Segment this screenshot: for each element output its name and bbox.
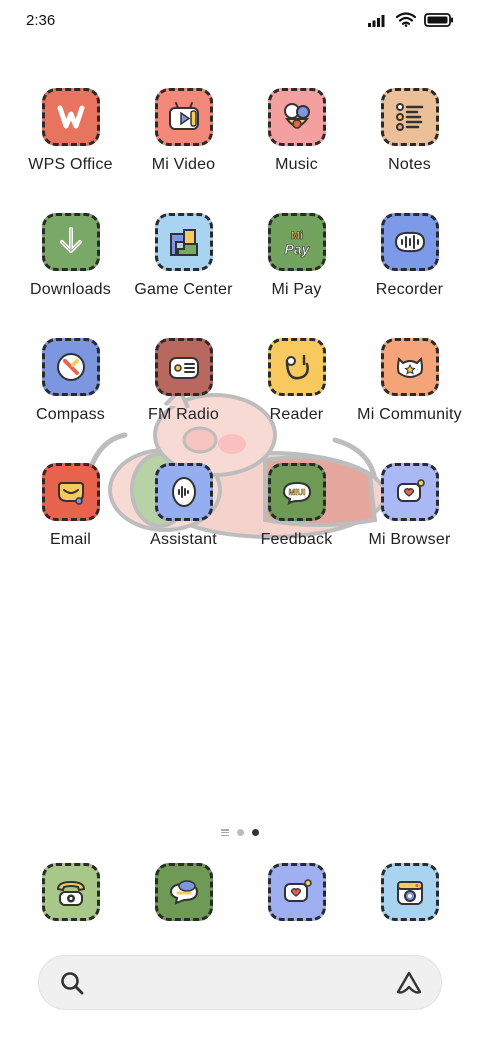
app-email[interactable]: Email bbox=[14, 463, 127, 588]
app-label: Downloads bbox=[30, 281, 111, 298]
app-label: Assistant bbox=[150, 531, 217, 548]
app-label: Mi Browser bbox=[368, 531, 451, 548]
assistant-app-icon bbox=[154, 463, 213, 521]
downloads-icon bbox=[41, 213, 100, 271]
app-reader[interactable]: Reader bbox=[240, 338, 353, 463]
app-label: Mi Pay bbox=[271, 281, 322, 298]
app-assistant[interactable]: Assistant bbox=[127, 463, 240, 588]
app-mi-video[interactable]: Mi Video bbox=[127, 88, 240, 213]
app-recorder[interactable]: Recorder bbox=[353, 213, 466, 338]
messages-icon bbox=[154, 863, 213, 921]
dock-phone[interactable] bbox=[14, 863, 127, 921]
svg-text:MIUI: MIUI bbox=[288, 488, 305, 497]
mi-browser-icon bbox=[267, 863, 326, 921]
email-icon bbox=[41, 463, 100, 521]
assistant-icon[interactable] bbox=[395, 969, 423, 997]
app-label: Music bbox=[275, 156, 318, 173]
phone-icon bbox=[41, 863, 100, 921]
search-bar[interactable] bbox=[38, 955, 442, 1010]
mi-community-icon bbox=[380, 338, 439, 396]
page-dot-2-active bbox=[252, 829, 259, 836]
recorder-icon bbox=[380, 213, 439, 271]
reader-icon bbox=[267, 338, 326, 396]
notes-icon bbox=[380, 88, 439, 146]
app-music[interactable]: Music bbox=[240, 88, 353, 213]
wps-office-icon bbox=[41, 88, 100, 146]
app-compass[interactable]: Compass bbox=[14, 338, 127, 463]
app-fm-radio[interactable]: FM Radio bbox=[127, 338, 240, 463]
mi-video-icon bbox=[154, 88, 213, 146]
search-icon[interactable] bbox=[59, 970, 85, 996]
app-notes[interactable]: Notes bbox=[353, 88, 466, 213]
app-label: Compass bbox=[36, 406, 105, 423]
app-wps-office[interactable]: WPS Office bbox=[14, 88, 127, 213]
feedback-icon: MIUI bbox=[267, 463, 326, 521]
app-label: WPS Office bbox=[28, 156, 113, 173]
app-game-center[interactable]: Game Center bbox=[127, 213, 240, 338]
wifi-icon bbox=[396, 12, 416, 27]
svg-text:Pay: Pay bbox=[284, 241, 310, 257]
dock-camera[interactable] bbox=[353, 863, 466, 921]
status-time: 2:36 bbox=[26, 12, 56, 29]
app-downloads[interactable]: Downloads bbox=[14, 213, 127, 338]
app-label: Notes bbox=[388, 156, 431, 173]
app-mi-community[interactable]: Mi Community bbox=[353, 338, 466, 463]
battery-icon bbox=[424, 12, 453, 27]
app-label: Email bbox=[49, 531, 91, 548]
status-bar: 2:36 bbox=[0, 0, 480, 40]
app-label: Reader bbox=[269, 406, 324, 423]
app-feedback[interactable]: MIUI Feedback bbox=[240, 463, 353, 588]
page-list-indicator bbox=[221, 829, 229, 836]
app-label: Recorder bbox=[375, 281, 444, 298]
app-mi-browser[interactable]: Mi Browser bbox=[353, 463, 466, 588]
dock bbox=[14, 863, 466, 921]
mi-pay-icon: Mi Pay bbox=[267, 213, 326, 271]
app-label: Mi Video bbox=[151, 156, 216, 173]
fm-radio-icon bbox=[154, 338, 213, 396]
status-icons bbox=[368, 12, 454, 27]
game-center-icon bbox=[154, 213, 213, 271]
camera-icon bbox=[380, 863, 439, 921]
dock-messages[interactable] bbox=[127, 863, 240, 921]
page-dot-1 bbox=[237, 829, 244, 836]
compass-icon bbox=[41, 338, 100, 396]
page-indicator[interactable] bbox=[0, 829, 480, 836]
svg-text:Mi: Mi bbox=[290, 230, 302, 242]
mi-browser-icon bbox=[380, 463, 439, 521]
signal-icon bbox=[368, 14, 385, 27]
app-label: Game Center bbox=[134, 281, 233, 298]
app-mi-pay[interactable]: Mi Pay Mi Pay bbox=[240, 213, 353, 338]
dock-browser[interactable] bbox=[240, 863, 353, 921]
app-label: FM Radio bbox=[148, 406, 219, 423]
app-label: Feedback bbox=[260, 531, 333, 548]
app-grid: WPS Office Mi Video Music Notes Download… bbox=[14, 88, 466, 588]
app-label: Mi Community bbox=[357, 406, 462, 423]
music-icon bbox=[267, 88, 326, 146]
